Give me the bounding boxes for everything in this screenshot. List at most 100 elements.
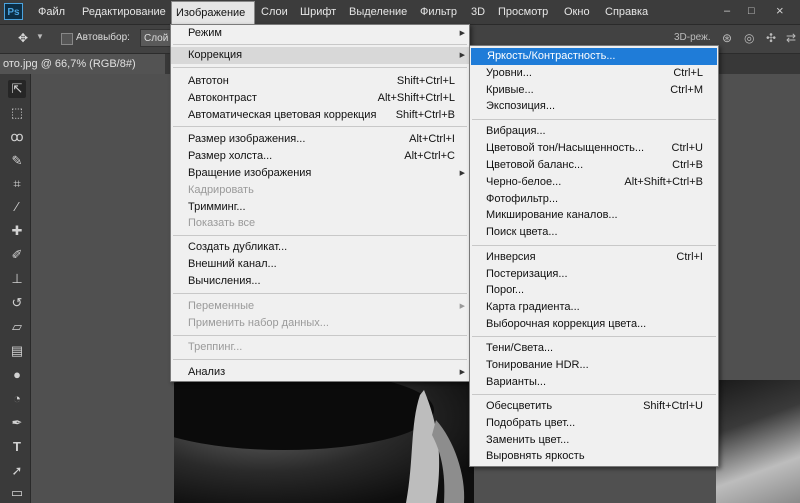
crop-icon[interactable]: ⌗ [8, 175, 26, 193]
move-tool-icon[interactable]: ✥ [18, 31, 28, 45]
menu-layers[interactable]: Слои [257, 0, 292, 24]
autoselect-target-select[interactable]: Слой [140, 29, 174, 47]
menu-item-black-white[interactable]: Черно-белое... Alt+Shift+Ctrl+B [470, 174, 718, 191]
quick-select-icon[interactable]: ✎ [8, 152, 26, 170]
menu-separator [173, 335, 467, 336]
menu-item-threshold[interactable]: Порог... [470, 282, 718, 299]
autoselect-checkbox[interactable] [61, 33, 73, 45]
menu-filter[interactable]: Фильтр [416, 0, 461, 24]
menu-item-match-color[interactable]: Подобрать цвет... [470, 415, 718, 432]
menu-item-variables: Переменные ▶ [171, 298, 469, 315]
dodge-icon[interactable]: ◔ [8, 390, 26, 408]
menu-select[interactable]: Выделение [345, 0, 411, 24]
menu-item-reveal-all: Показать все [188, 217, 256, 229]
menu-item-calculations[interactable]: Вычисления... [171, 273, 469, 290]
menu-item-invert[interactable]: Инверсия Ctrl+I [470, 249, 718, 266]
menu-file[interactable]: Файл [34, 0, 69, 24]
menu-item-brightness-contrast[interactable]: Яркость/Контрастность... [471, 48, 717, 65]
menu-item-image-rotation[interactable]: Вращение изображения ▶ [171, 165, 469, 182]
menu-item-canvas-size[interactable]: Размер холста... Alt+Ctrl+C [171, 148, 469, 165]
maximize-button[interactable]: □ [748, 3, 755, 19]
menu-edit[interactable]: Редактирование [78, 0, 170, 24]
menu-item-posterize[interactable]: Постеризация... [470, 266, 718, 283]
menu-item-mode[interactable]: Режим ▶ [171, 25, 469, 42]
healing-brush-icon[interactable]: ✚ [8, 222, 26, 240]
orbit-3d-icon[interactable]: ⊛ [722, 31, 732, 45]
menu-3d[interactable]: 3D [467, 0, 489, 24]
menu-separator [173, 293, 467, 294]
autoselect-label: Автовыбор: [76, 32, 130, 43]
canvas-image [174, 380, 474, 503]
brush-icon[interactable]: ✐ [8, 246, 26, 264]
pan-3d-icon[interactable]: ✣ [766, 31, 776, 45]
menu-item-auto-contrast[interactable]: Автоконтраст Alt+Shift+Ctrl+L [171, 90, 469, 107]
menu-separator [173, 359, 467, 360]
menu-item-analysis[interactable]: Анализ ▶ [171, 364, 469, 381]
menu-item-vibrance[interactable]: Вибрация... [470, 123, 718, 140]
menu-item-color-lookup[interactable]: Поиск цвета... [470, 224, 718, 241]
menu-item-curves[interactable]: Кривые... Ctrl+M [470, 82, 718, 99]
menu-item-hue-saturation[interactable]: Цветовой тон/Насыщенность... Ctrl+U [470, 140, 718, 157]
chevron-down-icon[interactable]: ▼ [36, 32, 44, 41]
menu-item-crop: Кадрировать [188, 184, 254, 196]
canvas-image-right [716, 380, 800, 503]
history-brush-icon[interactable]: ↺ [8, 294, 26, 312]
menu-separator [173, 235, 467, 236]
lasso-icon[interactable]: ꝏ [8, 128, 26, 146]
menu-window[interactable]: Окно [560, 0, 594, 24]
marquee-icon[interactable]: ⬚ [8, 104, 26, 122]
menu-image[interactable]: Изображение [171, 1, 255, 24]
menu-item-gradient-map[interactable]: Карта градиента... [470, 299, 718, 316]
eyedropper-icon[interactable]: ⁄ [8, 198, 26, 216]
menu-item-shadows-highlights[interactable]: Тени/Света... [470, 340, 718, 357]
shape-icon[interactable]: ▭ [8, 484, 26, 502]
tools-panel: ⇱ ⬚ ꝏ ✎ ⌗ ⁄ ✚ ✐ ⊥ ↺ ▱ ▤ ● ◔ ✒ T ➚ ▭ [0, 74, 31, 503]
menu-item-exposure[interactable]: Экспозиция... [470, 98, 718, 115]
menu-type[interactable]: Шрифт [296, 0, 340, 24]
menu-item-trim[interactable]: Тримминг... [171, 199, 469, 216]
type-icon[interactable]: T [8, 438, 26, 456]
menu-item-apply-image[interactable]: Внешний канал... [171, 256, 469, 273]
mode-3d-label: 3D-реж. [674, 32, 711, 43]
move-icon[interactable]: ⇱ [8, 80, 26, 98]
pen-icon[interactable]: ✒ [8, 414, 26, 432]
menu-item-duplicate[interactable]: Создать дубликат... [171, 239, 469, 256]
submenu-arrow-icon: ▶ [459, 369, 465, 376]
document-tab[interactable]: ото.jpg @ 66,7% (RGB/8#) [0, 54, 165, 74]
menu-help[interactable]: Справка [601, 0, 652, 24]
menu-item-equalize[interactable]: Выровнять яркость [470, 448, 718, 465]
menu-item-levels[interactable]: Уровни... Ctrl+L [470, 65, 718, 82]
submenu-arrow-icon: ▶ [459, 52, 465, 59]
menu-item-photo-filter[interactable]: Фотофильтр... [470, 191, 718, 208]
menu-item-channel-mixer[interactable]: Микширование каналов... [470, 207, 718, 224]
menu-item-variations[interactable]: Варианты... [470, 374, 718, 391]
app-logo: Ps [4, 3, 23, 20]
menu-separator [173, 44, 467, 45]
menu-item-auto-color[interactable]: Автоматическая цветовая коррекция Shift+C… [171, 107, 469, 124]
minimize-button[interactable]: – [724, 3, 730, 19]
roll-3d-icon[interactable]: ◎ [744, 31, 754, 45]
gradient-icon[interactable]: ▤ [8, 342, 26, 360]
clone-stamp-icon[interactable]: ⊥ [8, 270, 26, 288]
menu-item-desaturate[interactable]: Обесцветить Shift+Ctrl+U [470, 398, 718, 415]
adjustments-submenu: Яркость/Контрастность... Уровни... Ctrl+L… [469, 45, 719, 467]
menu-item-apply-data-set: Применить набор данных... [188, 317, 329, 329]
menu-bar: Ps Файл Редактирование Изображение Слои … [0, 0, 800, 25]
menu-separator [173, 126, 467, 127]
close-button[interactable]: × [776, 3, 784, 19]
menu-separator [472, 336, 716, 337]
menu-item-hdr-toning[interactable]: Тонирование HDR... [470, 357, 718, 374]
menu-item-image-size[interactable]: Размер изображения... Alt+Ctrl+I [171, 131, 469, 148]
menu-separator [472, 119, 716, 120]
menu-item-auto-tone[interactable]: Автотон Shift+Ctrl+L [171, 73, 469, 90]
menu-item-color-balance[interactable]: Цветовой баланс... Ctrl+B [470, 157, 718, 174]
photo-content [174, 380, 465, 503]
menu-view[interactable]: Просмотр [494, 0, 552, 24]
menu-item-selective-color[interactable]: Выборочная коррекция цвета... [470, 316, 718, 333]
eraser-icon[interactable]: ▱ [8, 318, 26, 336]
menu-item-replace-color[interactable]: Заменить цвет... [470, 432, 718, 449]
path-select-icon[interactable]: ➚ [8, 462, 26, 480]
blur-icon[interactable]: ● [8, 366, 26, 384]
slide-3d-icon[interactable]: ⇄ [786, 31, 796, 45]
menu-item-adjustments[interactable]: Коррекция ▶ [171, 47, 469, 64]
